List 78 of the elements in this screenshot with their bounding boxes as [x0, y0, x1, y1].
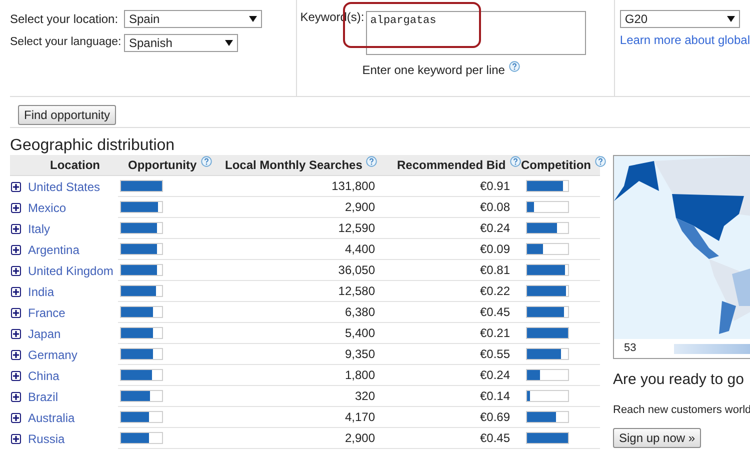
help-icon[interactable]	[595, 156, 606, 167]
help-icon[interactable]	[366, 156, 378, 167]
table-cell: 2,900	[344, 200, 375, 214]
location-link[interactable]: Russia	[28, 430, 65, 448]
table-cell: €0.22	[480, 284, 510, 298]
column-header: Recommended Bid	[397, 158, 506, 172]
table-cell: €0.55	[480, 347, 510, 361]
location-link[interactable]: India	[28, 282, 54, 300]
table-cell: 4,170	[344, 410, 375, 424]
table-cell: 36,050	[338, 263, 375, 277]
table-cell: €0.14	[480, 389, 510, 403]
field-label: Select your location:	[10, 11, 120, 28]
hint-text: Enter one keyword per line	[362, 63, 505, 77]
legend-label: 53	[623, 341, 638, 356]
help-icon[interactable]	[508, 61, 520, 72]
table-cell: 1,800	[344, 368, 375, 382]
location-link[interactable]: Australia	[28, 408, 75, 426]
expand-icon[interactable]	[11, 328, 21, 338]
column-header: Competition	[521, 158, 591, 172]
table-cell: 9,350	[344, 347, 375, 361]
column-header: Location	[50, 158, 100, 172]
table-cell: €0.21	[480, 326, 510, 340]
location-link[interactable]: Argentina	[28, 240, 80, 258]
table-cell: €0.24	[480, 368, 510, 382]
table-cell: 131,800	[332, 179, 375, 193]
expand-icon[interactable]	[11, 182, 21, 192]
dropdown[interactable]: Spain	[124, 10, 262, 28]
help-icon[interactable]	[510, 156, 521, 167]
location-link[interactable]: Italy	[28, 220, 50, 238]
location-link[interactable]: Germany	[28, 346, 78, 364]
location-link[interactable]: United States	[28, 178, 100, 196]
promo-title: Are you ready to go	[613, 370, 745, 390]
table-cell: €0.08	[480, 200, 510, 214]
help-icon[interactable]	[200, 156, 212, 167]
table-cell: 12,590	[338, 221, 375, 235]
table-cell: €0.45	[480, 431, 510, 445]
section-title: Geographic distribution	[10, 136, 176, 155]
learn-more-link[interactable]: Learn more about global	[620, 31, 750, 49]
expand-icon[interactable]	[11, 412, 21, 422]
table-cell: 5,400	[344, 326, 375, 340]
column-header: Opportunity	[128, 158, 197, 172]
table-cell: 6,380	[344, 305, 375, 319]
expand-icon[interactable]	[11, 308, 21, 318]
table-cell: 4,400	[344, 242, 375, 256]
dropdown[interactable]: G20	[620, 10, 740, 28]
expand-icon[interactable]	[11, 434, 21, 444]
dropdown-arrow-icon	[225, 40, 233, 46]
dropdown[interactable]: Spanish	[124, 34, 238, 52]
table-cell: 2,900	[344, 431, 375, 445]
table-cell: €0.91	[480, 179, 510, 193]
location-link[interactable]: China	[28, 366, 60, 384]
column-header: Local Monthly Searches	[225, 158, 362, 172]
table-cell: €0.69	[480, 410, 510, 424]
expand-icon[interactable]	[11, 286, 21, 296]
expand-icon[interactable]	[11, 266, 21, 276]
find-opportunity-button[interactable]: Find opportunity	[18, 105, 116, 125]
table-cell: 320	[354, 389, 375, 403]
expand-icon[interactable]	[11, 244, 21, 254]
expand-icon[interactable]	[11, 224, 21, 234]
location-link[interactable]: Brazil	[28, 388, 58, 406]
sign-up-button[interactable]: Sign up now »	[613, 428, 702, 448]
table-cell: 12,580	[338, 284, 375, 298]
expand-icon[interactable]	[11, 202, 21, 212]
location-link[interactable]: France	[28, 304, 66, 322]
table-cell: €0.81	[480, 263, 510, 277]
location-link[interactable]: United Kingdom	[28, 262, 114, 280]
keywords-field[interactable]: alpargatas	[366, 11, 586, 55]
location-link[interactable]: Japan	[28, 324, 61, 342]
expand-icon[interactable]	[11, 350, 21, 360]
dropdown-arrow-icon	[249, 16, 257, 22]
expand-icon[interactable]	[11, 392, 21, 402]
field-label: Select your language:	[10, 35, 122, 50]
table-cell: €0.45	[480, 305, 510, 319]
location-link[interactable]: Mexico	[28, 198, 66, 216]
expand-icon[interactable]	[11, 370, 21, 380]
table-cell: €0.24	[480, 221, 510, 235]
table-cell: €0.09	[480, 242, 510, 256]
dropdown-arrow-icon	[726, 16, 735, 22]
